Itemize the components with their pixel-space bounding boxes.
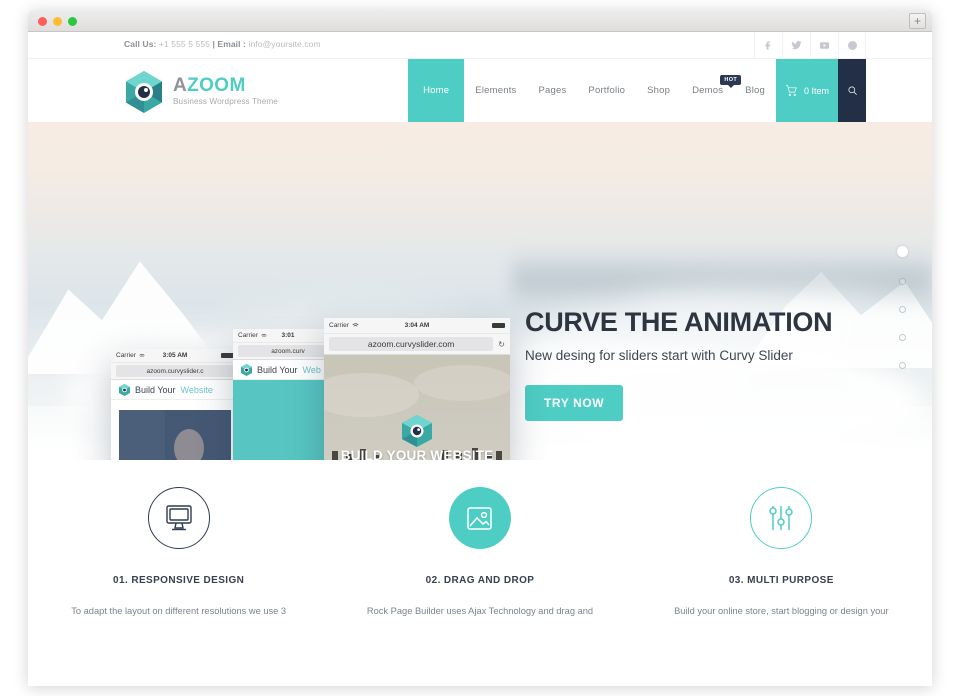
feature-description: To adapt the layout on different resolut… [71,606,287,616]
azoom-hexagon-logo-icon [124,70,164,113]
hero-subtitle: New desing for sliders start with Curvy … [525,348,793,363]
browser-window: + Call Us: +1 555 5 555 | Email : info@y… [28,10,932,686]
phone-urlbar[interactable]: azoom.curvyslider.c [111,363,239,380]
browser-titlebar: + [28,10,932,32]
hero-title: CURVE THE ANIMATION [525,307,833,337]
contact-info: Call Us: +1 555 5 555 | Email : info@you… [124,39,321,49]
site-header: AZOOM Business Wordpress Theme Home Elem… [28,59,932,122]
phone-statusbar: Carrier 3:04 AM [324,318,510,334]
slider-dot-4[interactable] [899,334,906,341]
facebook-icon[interactable] [754,32,782,59]
email-address[interactable]: info@yoursite.com [248,39,320,49]
phone-url[interactable]: azoom.curv [238,345,338,357]
phone-site-title-teal: Web [302,364,321,375]
email-label: Email : [217,39,246,49]
nav-item-pages[interactable]: Pages [527,59,577,122]
phone-product-image: Night Dres ↶ $489.00 [119,410,231,460]
window-minimize-button[interactable] [53,17,62,26]
model-photo-decor [119,410,231,460]
nav-item-elements[interactable]: Elements [464,59,527,122]
phone-url[interactable]: azoom.curvyslider.c [116,365,234,377]
social-links [754,32,866,59]
feature-description: Rock Page Builder uses Ajax Technology a… [366,606,594,616]
phone-site-header: Build Your Website [111,380,239,400]
window-close-button[interactable] [38,17,47,26]
site-logo[interactable]: AZOOM Business Wordpress Theme [124,70,278,113]
phone-site-title-teal: Website [180,384,213,395]
feature-title: 02. DRAG AND DROP [425,575,535,586]
reload-icon[interactable]: ↻ [498,340,505,349]
phone-hero-scene: BUILD YOUR WEBSITE WHILE HAVING FUN [324,355,510,460]
feature-icon-circle [147,487,210,549]
phone-url[interactable]: azoom.curvyslider.com [329,337,494,351]
phone-hero-headline: BUILD YOUR WEBSITE [340,448,494,460]
logo-letter-a: A [173,75,188,96]
slider-pagination [897,246,908,390]
slider-dot-1[interactable] [897,246,908,257]
phone-mockup-back: Carrier 3:05 AM azoom.curvyslider.c Buil… [111,349,239,460]
slider-dot-5[interactable] [899,362,906,369]
main-navigation: Home Elements Pages Portfolio Shop Demos… [408,59,866,122]
feature-icon-circle [750,487,813,549]
feature-description: Build your online store, start blogging … [674,606,889,616]
phone-site-title-dark: Build Your [135,384,176,395]
try-now-button[interactable]: TRY NOW [525,385,624,421]
slider-dot-2[interactable] [899,278,906,285]
topbar-separator: | [212,39,215,49]
logo-word-zoom: ZOOM [187,75,246,96]
cart-icon [786,85,797,96]
phone-mockup-front: Carrier 3:04 AM azoom.curvyslider.com ↻ [324,318,510,460]
feature-title: 03. MULTI PURPOSE [728,575,834,586]
battery-icon [492,323,505,328]
window-maximize-button[interactable] [68,17,77,26]
nav-item-blog[interactable]: Blog [734,59,776,122]
search-icon [847,86,857,95]
phone-time: 3:04 AM [404,322,430,329]
search-button[interactable] [838,59,866,122]
hero-copy: CURVE THE ANIMATION New desing for slide… [525,307,885,421]
call-us-label: Call Us: [124,39,157,49]
youtube-icon[interactable] [810,32,838,59]
nav-item-shop[interactable]: Shop [636,59,681,122]
nav-item-demos[interactable]: Demos HOT [681,59,742,122]
page-viewport: Call Us: +1 555 5 555 | Email : info@you… [28,32,932,686]
phone-statusbar: Carrier 3:05 AM [111,349,239,363]
image-icon [467,506,493,530]
sliders-icon [769,506,794,530]
phone-site-title-dark: Build Your [257,364,298,375]
feature-multi-purpose: 03. MULTI PURPOSE Build your online stor… [631,487,932,660]
feature-icon-circle [448,487,511,549]
phone-urlbar[interactable]: azoom.curvyslider.com ↻ [324,334,510,355]
azoom-hexagon-logo-icon [402,415,432,447]
cart-count-label: 0 Item [803,85,829,96]
nav-item-portfolio[interactable]: Portfolio [577,59,636,122]
azoom-mini-logo-icon [119,383,130,396]
nav-item-home[interactable]: Home [408,59,465,122]
logo-title: AZOOM [173,76,278,95]
nav-item-demos-label: Demos [692,85,724,96]
features-section: 01. RESPONSIVE DESIGN To adapt the layou… [28,460,932,660]
top-contact-bar: Call Us: +1 555 5 555 | Email : info@you… [28,32,932,59]
slider-dot-3[interactable] [899,306,906,313]
logo-text: AZOOM Business Wordpress Theme [173,76,278,106]
cart-button[interactable]: 0 Item [776,59,838,122]
logo-tagline: Business Wordpress Theme [173,97,278,106]
feature-drag-and-drop: 02. DRAG AND DROP Rock Page Builder uses… [329,487,630,660]
dribbble-icon[interactable] [838,32,866,59]
feature-responsive-design: 01. RESPONSIVE DESIGN To adapt the layou… [28,487,329,660]
phone-time: 3:05 AM [162,352,188,359]
monitor-icon [165,505,192,531]
hero-slider: CURVE THE ANIMATION New desing for slide… [28,122,932,460]
feature-title: 01. RESPONSIVE DESIGN [113,575,245,586]
azoom-mini-logo-icon [241,363,252,376]
phone-number[interactable]: +1 555 5 555 [159,39,210,49]
twitter-icon[interactable] [782,32,810,59]
new-tab-button[interactable]: + [909,13,926,29]
